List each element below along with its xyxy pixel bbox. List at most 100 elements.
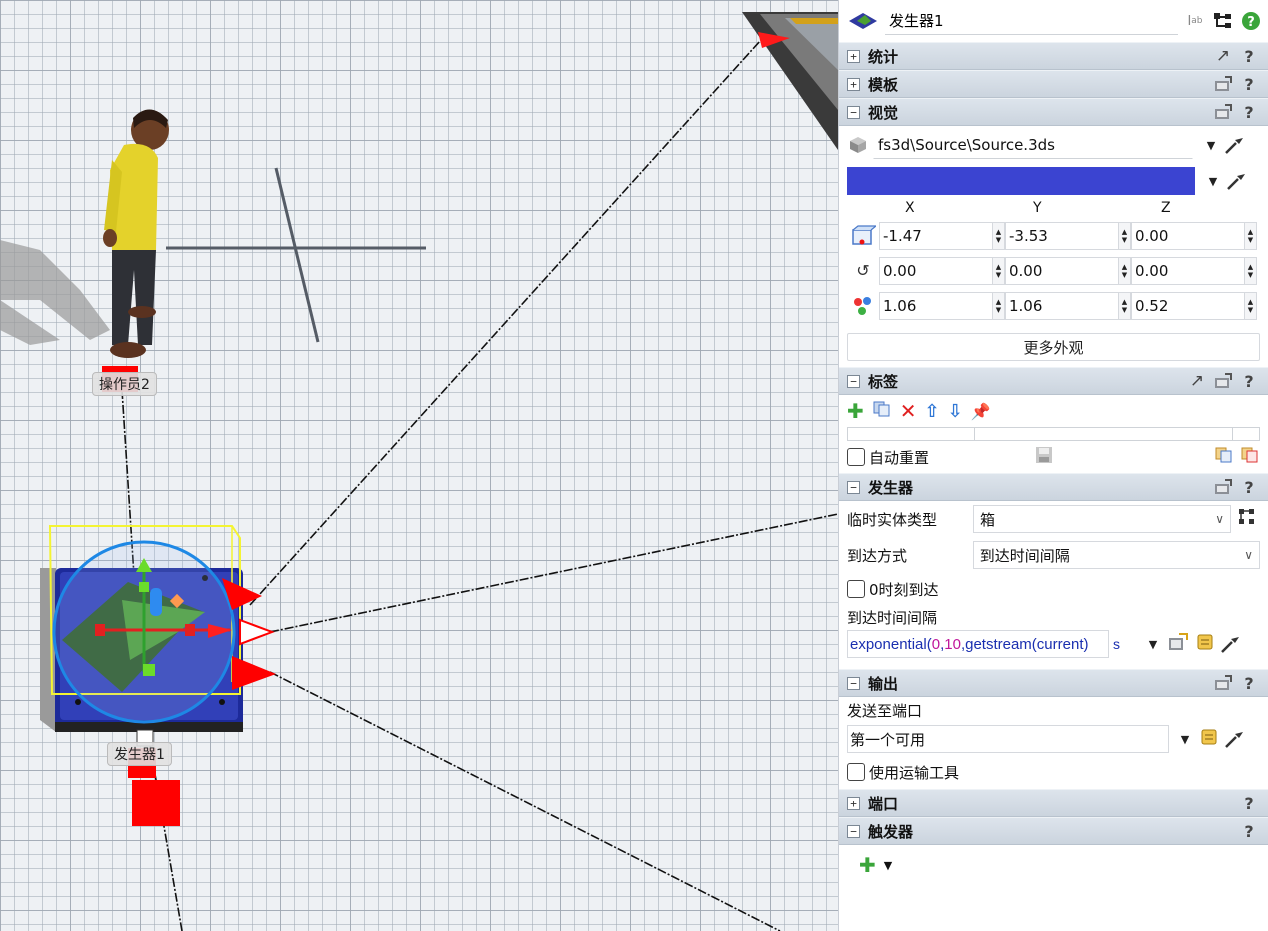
- text-format-icon[interactable]: Iab: [1184, 10, 1206, 32]
- tree-view-icon[interactable]: [1212, 10, 1234, 32]
- template-settings-icon[interactable]: [1212, 476, 1234, 498]
- help-icon[interactable]: ?: [1240, 10, 1262, 32]
- send-to-port-row: 第一个可用 ▼: [839, 723, 1268, 755]
- arrival-style-label: 到达方式: [847, 546, 908, 565]
- eyedropper-icon[interactable]: [1217, 631, 1243, 657]
- 3d-viewport[interactable]: 操作员2 发生器1: [0, 0, 838, 931]
- axis-x-label: X: [905, 200, 915, 216]
- collapse-icon[interactable]: −: [847, 480, 860, 494]
- move-up-icon[interactable]: ⇧: [925, 401, 940, 422]
- object-name-input[interactable]: [885, 7, 1178, 35]
- section-help-icon[interactable]: ?: [1238, 794, 1260, 813]
- script-edit-icon[interactable]: [1199, 727, 1221, 751]
- source-object-icon: [849, 13, 877, 29]
- section-help-icon[interactable]: ?: [1238, 47, 1260, 66]
- collapse-icon[interactable]: −: [847, 374, 860, 388]
- section-help-icon[interactable]: ?: [1238, 372, 1260, 391]
- send-to-port-dropdown[interactable]: ▼: [1175, 733, 1195, 746]
- operator-label[interactable]: 操作员2: [92, 372, 157, 396]
- labels-table[interactable]: [847, 427, 1260, 441]
- eyedropper-icon[interactable]: [1221, 726, 1247, 752]
- section-output-header[interactable]: − 输出 ?: [839, 669, 1268, 697]
- section-triggers-header[interactable]: − 触发器 ?: [839, 817, 1268, 845]
- arrive-at-zero-checkbox[interactable]: [847, 580, 865, 598]
- pin-arrow-icon[interactable]: ↗: [1186, 370, 1208, 392]
- source-label[interactable]: 发生器1: [107, 742, 172, 766]
- section-labels-header[interactable]: − 标签 ↗ ?: [839, 367, 1268, 395]
- scene-canvas[interactable]: [0, 0, 838, 931]
- arrive-at-zero-row: 0时刻到达: [839, 573, 1268, 605]
- section-source-title: 发生器: [868, 478, 914, 497]
- position-y-spinner[interactable]: -3.53 ▲ ▼: [1005, 221, 1131, 250]
- collapse-icon[interactable]: −: [847, 824, 860, 838]
- rotation-y-spinner[interactable]: 0.00 ▲ ▼: [1005, 256, 1131, 285]
- operator-figure[interactable]: [103, 109, 169, 358]
- save-icon[interactable]: [1034, 445, 1054, 469]
- add-label-icon[interactable]: ✚: [847, 399, 864, 423]
- section-template-title: 模板: [868, 75, 899, 94]
- position-x-spinner[interactable]: -1.47 ▲ ▼: [879, 221, 1005, 250]
- position-icon: [847, 222, 879, 250]
- section-visual-header[interactable]: − 视觉 ?: [839, 98, 1268, 126]
- section-labels-title: 标签: [868, 372, 899, 391]
- move-down-icon[interactable]: ⇩: [948, 401, 963, 422]
- collapse-icon[interactable]: −: [847, 676, 860, 690]
- arrive-at-zero-label: 0时刻到达: [869, 580, 939, 599]
- 3d-shape-icon: [850, 137, 866, 153]
- section-template-header[interactable]: + 模板 ?: [839, 70, 1268, 98]
- eyedropper-icon[interactable]: [1223, 168, 1249, 194]
- item-type-select[interactable]: 箱 ∨: [973, 505, 1231, 533]
- color-row: ▼: [839, 164, 1268, 198]
- script-edit-icon[interactable]: [1195, 632, 1217, 656]
- section-stats-header[interactable]: + 统计 ↗ ?: [839, 42, 1268, 70]
- add-trigger-icon[interactable]: ✚: [859, 853, 876, 877]
- section-help-icon[interactable]: ?: [1238, 103, 1260, 122]
- pin-label-icon[interactable]: 📌: [971, 402, 991, 421]
- use-transport-checkbox[interactable]: [847, 763, 865, 781]
- template-settings-icon[interactable]: [1212, 101, 1234, 123]
- rotation-z-spinner[interactable]: 0.00 ▲ ▼: [1131, 256, 1257, 285]
- interarrival-row: exponential(0, 10, getstream(current) s …: [839, 629, 1268, 659]
- section-help-icon[interactable]: ?: [1238, 478, 1260, 497]
- delete-label-icon[interactable]: ✕: [900, 399, 917, 423]
- size-z-spinner[interactable]: 0.52 ▲ ▼: [1131, 291, 1257, 320]
- section-ports-header[interactable]: + 端口 ?: [839, 789, 1268, 817]
- section-help-icon[interactable]: ?: [1238, 822, 1260, 841]
- position-z-spinner[interactable]: 0.00 ▲ ▼: [1131, 221, 1257, 250]
- paste-labels-icon[interactable]: [1240, 446, 1260, 468]
- color-dropdown[interactable]: ▼: [1203, 175, 1223, 188]
- template-settings-icon[interactable]: [1212, 73, 1234, 95]
- color-swatch[interactable]: [847, 167, 1195, 195]
- copy-label-icon[interactable]: [872, 400, 892, 422]
- section-source-header[interactable]: − 发生器 ?: [839, 473, 1268, 501]
- expand-icon[interactable]: +: [847, 49, 860, 63]
- item-type-tree-icon[interactable]: [1237, 507, 1257, 531]
- arrival-style-select[interactable]: 到达时间间隔 ∨: [972, 541, 1260, 569]
- queue-object[interactable]: [742, 12, 838, 150]
- size-x-spinner[interactable]: 1.06 ▲ ▼: [879, 291, 1005, 320]
- interarrival-dropdown[interactable]: ▼: [1143, 638, 1163, 651]
- source-object[interactable]: [40, 525, 276, 826]
- shape-file-field[interactable]: fs3d\Source\Source.3ds: [873, 131, 1193, 159]
- interarrival-code-field[interactable]: exponential(0, 10, getstream(current): [847, 630, 1109, 658]
- send-to-port-field[interactable]: 第一个可用: [847, 725, 1169, 753]
- add-trigger-dropdown[interactable]: ▼: [884, 859, 892, 872]
- shape-file-dropdown[interactable]: ▼: [1201, 139, 1221, 152]
- rotation-x-spinner[interactable]: 0.00 ▲ ▼: [879, 256, 1005, 285]
- copy-labels-icon[interactable]: [1214, 446, 1234, 468]
- size-row: 1.06 ▲ ▼ 1.06 ▲ ▼ 0.52 ▲ ▼: [839, 288, 1268, 323]
- properties-icon[interactable]: [1167, 632, 1189, 656]
- template-settings-icon[interactable]: [1212, 370, 1234, 392]
- expand-icon[interactable]: +: [847, 77, 860, 91]
- collapse-icon[interactable]: −: [847, 105, 860, 119]
- expand-icon[interactable]: +: [847, 796, 860, 810]
- template-settings-icon[interactable]: [1212, 672, 1234, 694]
- pin-arrow-icon[interactable]: ↗: [1212, 45, 1234, 67]
- section-help-icon[interactable]: ?: [1238, 75, 1260, 94]
- shape-file-row: fs3d\Source\Source.3ds ▼: [839, 126, 1268, 164]
- eyedropper-icon[interactable]: [1221, 132, 1247, 158]
- section-help-icon[interactable]: ?: [1238, 674, 1260, 693]
- auto-reset-checkbox[interactable]: [847, 448, 865, 466]
- more-appearance-button[interactable]: 更多外观: [847, 333, 1260, 361]
- size-y-spinner[interactable]: 1.06 ▲ ▼: [1005, 291, 1131, 320]
